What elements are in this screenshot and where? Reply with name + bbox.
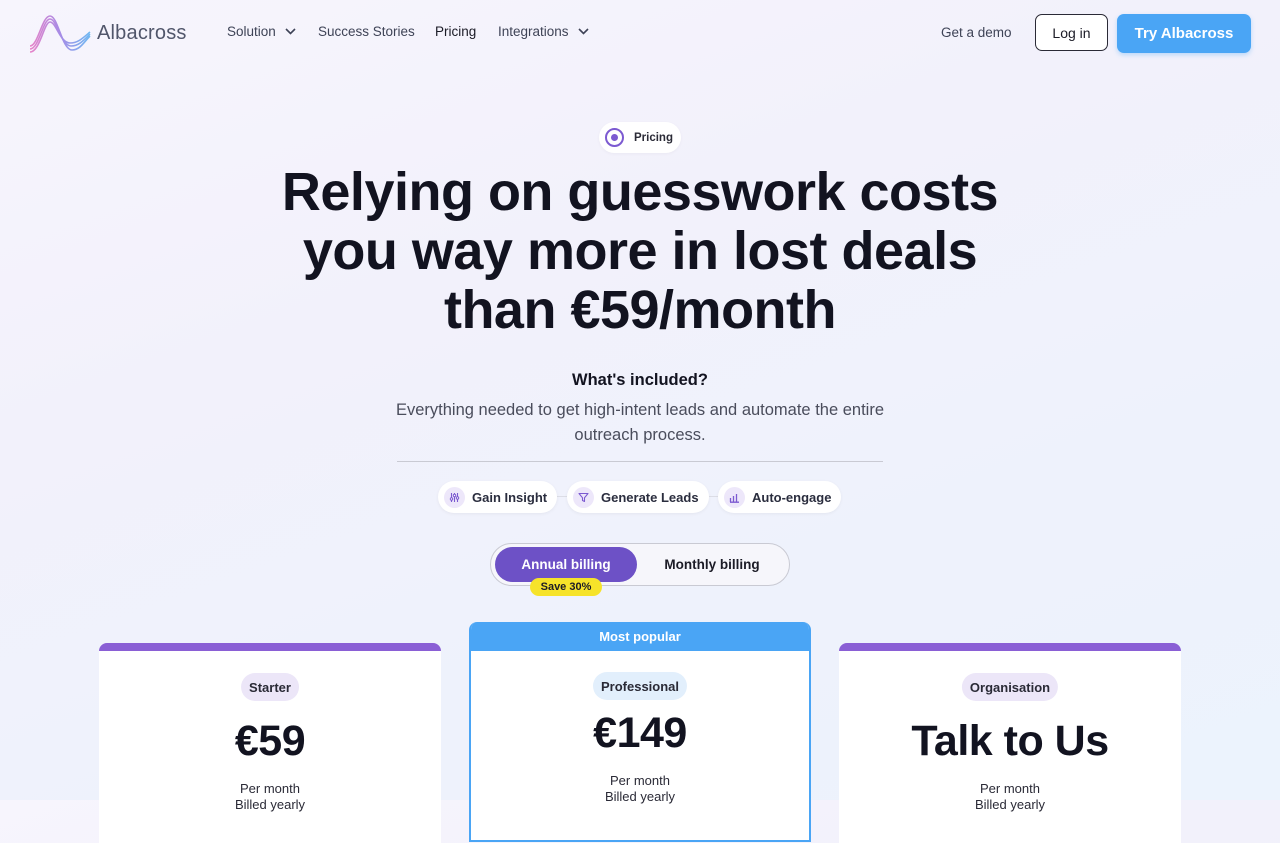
chevron-down-icon [285, 28, 296, 35]
nav-solution[interactable]: Solution [227, 24, 296, 39]
get-demo-link[interactable]: Get a demo [941, 25, 1012, 40]
plan-billed-organisation: Billed yearly [974, 797, 1046, 812]
monthly-billing-option[interactable]: Monthly billing [641, 547, 783, 582]
logo-text: Albacross [97, 21, 187, 44]
plan-card-starter: Starter €59 Per month Billed yearly [99, 643, 441, 843]
plan-billed-professional: Billed yearly [604, 789, 676, 804]
pricing-tag: Pricing [599, 122, 681, 153]
feature-auto-engage-label: Auto-engage [752, 489, 832, 505]
section-divider [397, 461, 883, 462]
plan-price-organisation: Talk to Us [911, 717, 1109, 765]
plan-card-organisation: Organisation Talk to Us Per month Billed… [839, 643, 1181, 843]
plan-name-professional: Professional [592, 672, 688, 700]
feature-gain-insight[interactable]: Gain Insight [438, 481, 558, 513]
nav-pricing[interactable]: Pricing [435, 24, 476, 39]
feature-gain-insight-label: Gain Insight [472, 489, 548, 505]
top-navigation: Albacross Solution Success Stories Prici… [0, 0, 1280, 68]
feature-auto-engage[interactable]: Auto-engage [718, 481, 842, 513]
nav-integrations-label: Integrations [498, 24, 569, 39]
included-description: Everything needed to get high-intent lea… [395, 401, 884, 444]
funnel-icon [573, 486, 594, 508]
sliders-icon [444, 486, 465, 508]
radio-dot-icon [605, 128, 624, 147]
feature-generate-leads[interactable]: Generate Leads [567, 481, 709, 513]
plan-period-organisation: Per month [980, 781, 1040, 796]
nav-pricing-label: Pricing [435, 24, 477, 39]
albacross-logo[interactable]: Albacross [28, 12, 187, 54]
included-title: What's included? [572, 371, 708, 389]
plan-card-professional: Most popular Professional €149 Per month… [469, 622, 811, 842]
save-badge: Save 30% [530, 578, 602, 596]
plan-price-professional: €149 [593, 709, 687, 757]
nav-success-stories-label: Success Stories [318, 24, 415, 39]
nav-solution-label: Solution [227, 24, 276, 39]
nav-integrations[interactable]: Integrations [498, 24, 589, 39]
plan-period-starter: Per month [240, 781, 300, 796]
pricing-tag-label: Pricing [634, 131, 673, 144]
most-popular-badge: Most popular [471, 622, 809, 651]
plan-name-starter: Starter [241, 673, 299, 701]
page-headline: Relying on guesswork costs you way more … [281, 162, 999, 340]
bar-chart-icon [724, 486, 745, 508]
plan-period-professional: Per month [610, 773, 670, 788]
try-albacross-button[interactable]: Try Albacross [1117, 14, 1251, 53]
nav-success-stories[interactable]: Success Stories [318, 24, 415, 39]
albacross-wave-icon [29, 15, 91, 53]
login-button[interactable]: Log in [1035, 14, 1108, 51]
plan-billed-starter: Billed yearly [234, 797, 306, 812]
plan-name-organisation: Organisation [961, 673, 1059, 701]
feature-generate-leads-label: Generate Leads [601, 489, 699, 505]
plan-price-starter: €59 [234, 717, 306, 765]
annual-billing-option[interactable]: Annual billing [495, 547, 637, 582]
chevron-down-icon [577, 28, 589, 35]
